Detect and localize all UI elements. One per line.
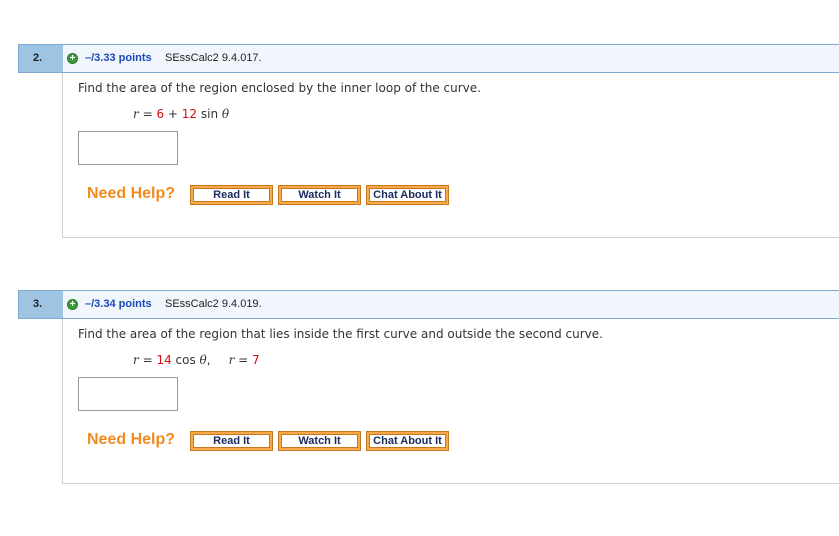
- read-it-label: Read It: [193, 434, 270, 448]
- formula-equals-2: =: [234, 353, 253, 367]
- formula-equals: =: [138, 353, 157, 367]
- watch-it-label: Watch It: [281, 188, 358, 202]
- points-label: –/3.34 points: [85, 298, 152, 310]
- chat-about-it-label: Chat About It: [369, 434, 446, 448]
- watch-it-button[interactable]: Watch It: [278, 431, 361, 451]
- need-help-label: Need Help?: [87, 431, 176, 448]
- question-header: 3. + –/3.34 points SEssCalc2 9.4.019.: [18, 290, 839, 319]
- chat-about-it-button[interactable]: Chat About It: [366, 185, 449, 205]
- need-help-label: Need Help?: [87, 185, 176, 202]
- question-number: 2.: [33, 52, 43, 64]
- formula-constant: 6: [156, 107, 165, 121]
- read-it-button[interactable]: Read It: [190, 431, 273, 451]
- plus-icon[interactable]: +: [67, 53, 78, 64]
- formula: r = 14 cos θ, r = 7: [133, 353, 260, 367]
- formula-theta: θ: [199, 353, 207, 367]
- plus-icon[interactable]: +: [67, 299, 78, 310]
- question-prompt: Find the area of the region enclosed by …: [78, 81, 481, 95]
- formula-constant: 7: [252, 353, 260, 367]
- read-it-label: Read It: [193, 188, 270, 202]
- formula-function: cos: [171, 353, 200, 367]
- watch-it-label: Watch It: [281, 434, 358, 448]
- chat-about-it-button[interactable]: Chat About It: [366, 431, 449, 451]
- question-prompt: Find the area of the region that lies in…: [78, 327, 603, 341]
- formula-theta: θ: [221, 107, 230, 121]
- question-code: SEssCalc2 9.4.019.: [165, 298, 262, 310]
- question-body: Find the area of the region enclosed by …: [62, 73, 839, 238]
- formula-plus: +: [164, 107, 182, 121]
- question-number: 3.: [33, 298, 43, 310]
- formula-function: sin: [197, 107, 222, 121]
- question-2: 2. + –/3.33 points SEssCalc2 9.4.017. Fi…: [18, 44, 839, 238]
- answer-input[interactable]: [78, 377, 178, 411]
- watch-it-button[interactable]: Watch It: [278, 185, 361, 205]
- question-header: 2. + –/3.33 points SEssCalc2 9.4.017.: [18, 44, 839, 73]
- read-it-button[interactable]: Read It: [190, 185, 273, 205]
- answer-input[interactable]: [78, 131, 178, 165]
- question-code: SEssCalc2 9.4.017.: [165, 52, 262, 64]
- formula: r = 6 + 12 sin θ: [133, 107, 229, 121]
- formula-separator: ,: [206, 353, 211, 367]
- formula-coefficient: 14: [156, 353, 172, 367]
- formula-equals: =: [138, 107, 157, 121]
- chat-about-it-label: Chat About It: [369, 188, 446, 202]
- question-body: Find the area of the region that lies in…: [62, 319, 839, 484]
- question-3: 3. + –/3.34 points SEssCalc2 9.4.019. Fi…: [18, 290, 839, 484]
- formula-coefficient: 12: [181, 107, 198, 121]
- points-label: –/3.33 points: [85, 52, 152, 64]
